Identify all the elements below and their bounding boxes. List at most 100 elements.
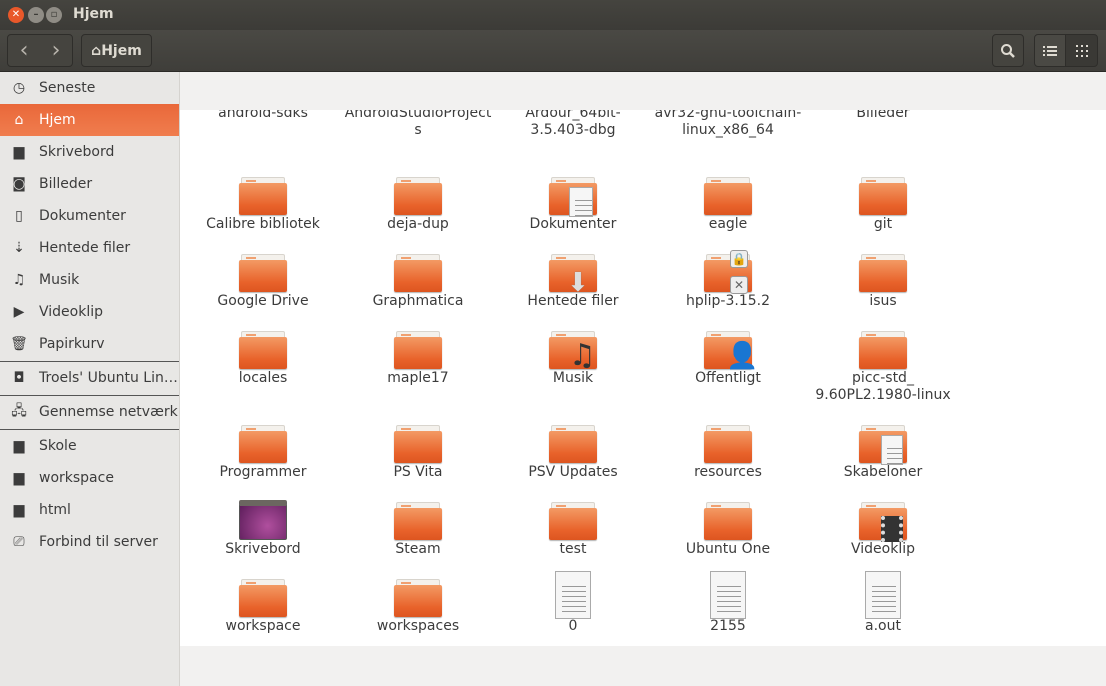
back-button[interactable]: ‹ [20,38,29,63]
sidebar-item-troels-ubuntu-lin-[interactable]: ◘ Troels' Ubuntu Lin… [0,362,179,394]
maximize-button[interactable]: ▫ [46,7,62,23]
folder-icon [394,500,442,546]
sidebar-item-forbind-til-server[interactable]: ⎚ Forbind til server [0,526,179,558]
grid-view-button[interactable] [1065,34,1098,67]
text-file-icon [704,571,752,623]
folder-icon [549,423,597,469]
search-button[interactable] [992,34,1024,67]
file-item[interactable]: maple17 [343,329,493,387]
sidebar-item-label: Seneste [39,80,96,96]
sidebar: ◷ Seneste ⌂ Hjem ▆ Skrivebord ◙ Billeder ▯ Dokume… [0,72,180,686]
file-item[interactable]: 2155 [653,571,803,635]
sidebar-item-label: Hjem [39,112,76,128]
folder-icon [394,252,442,298]
no-write-icon: ✕ [730,276,748,294]
file-item[interactable]: Calibre bibliotek [188,175,338,233]
sidebar-separator [0,395,179,396]
sidebar-item-hjem[interactable]: ⌂ Hjem [0,104,179,136]
film-strip-icon [881,516,903,542]
title-bar: ✕ – ▫ Hjem [0,0,1106,30]
file-item[interactable]: 0 [498,571,648,635]
drive-icon: ◘ [13,370,25,386]
sidebar-item-hentede-filer[interactable]: ⇣ Hentede filer [0,232,179,264]
file-item[interactable]: Videoklip [808,500,958,558]
file-grid: android-sdks AndroidStudioProjects Ardour_… [180,72,1106,646]
sidebar-item-skrivebord[interactable]: ▆ Skrivebord [0,136,179,168]
folder-locked-icon: 🔒 ✕ [704,250,752,298]
list-view-button[interactable] [1034,34,1066,67]
file-item[interactable]: git [808,175,958,233]
sidebar-item-label: Gennemse netværk [39,404,178,420]
sidebar-item-billeder[interactable]: ◙ Billeder [0,168,179,200]
folder-icon: ▆ [13,144,25,160]
list-icon [1043,45,1057,56]
music-note-icon: ♫ [569,338,596,373]
folder-icon [859,329,907,375]
file-name: avr32-gnu-toolchain-linux_x86_64 [654,105,802,138]
file-item[interactable]: test [498,500,648,558]
path-button-home[interactable]: ⌂ Hjem [81,34,152,67]
file-item[interactable]: isus [808,252,958,310]
folder-icon [704,423,752,469]
file-item[interactable]: a.out [808,571,958,635]
folder-public-icon: 👤 [704,329,758,375]
file-item[interactable]: Steam [343,500,493,558]
template-overlay-icon [881,435,903,465]
sidebar-item-seneste[interactable]: ◷ Seneste [0,72,179,104]
file-item[interactable]: deja-dup [343,175,493,233]
minimize-button[interactable]: – [28,7,44,23]
file-item[interactable]: resources [653,423,803,481]
file-item[interactable]: PS Vita [343,423,493,481]
file-item[interactable]: ♫ Musik [498,329,648,387]
folder-download-icon: ⬇ [549,252,597,298]
file-item[interactable]: locales [188,329,338,387]
file-item[interactable]: picc-std_ 9.60PL2.1980-linux [808,329,958,404]
video-icon: ▶ [13,304,25,320]
sidebar-item-html[interactable]: ▆ html [0,494,179,526]
forward-button[interactable]: › [52,38,61,63]
file-item[interactable]: Skrivebord [188,500,338,558]
document-icon: ▯ [15,208,23,224]
sidebar-item-videoklip[interactable]: ▶ Videoklip [0,296,179,328]
sidebar-item-label: workspace [39,470,114,486]
sidebar-item-label: Skole [39,438,77,454]
folder-icon: ▆ [13,438,25,454]
home-icon: ⌂ [91,42,102,59]
music-icon: ♫ [12,272,26,288]
folder-music-icon: ♫ [549,329,597,375]
file-item[interactable]: Graphmatica [343,252,493,310]
file-item[interactable]: Ubuntu One [653,500,803,558]
content-header-band [180,72,1106,110]
file-name: AndroidStudioProjects [344,105,492,138]
file-item[interactable]: workspace [188,577,338,635]
folder-icon [239,577,287,623]
close-button[interactable]: ✕ [8,7,24,23]
sidebar-item-musik[interactable]: ♫ Musik [0,264,179,296]
trash-icon: 🗑 [10,336,28,352]
sidebar-item-papirkurv[interactable]: 🗑 Papirkurv [0,328,179,360]
file-item[interactable]: Programmer [188,423,338,481]
sidebar-item-label: Skrivebord [39,144,115,160]
file-item[interactable]: 👤 Offentligt [653,329,803,387]
folder-icon [859,252,907,298]
sidebar-item-workspace[interactable]: ▆ workspace [0,462,179,494]
file-item[interactable]: Skabeloner [808,423,958,481]
file-item[interactable]: PSV Updates [498,423,648,481]
file-item[interactable]: Dokumenter [498,175,648,233]
sidebar-separator [0,361,179,362]
file-item[interactable]: workspaces [343,577,493,635]
sidebar-item-label: Troels' Ubuntu Lin… [39,370,178,386]
folder-icon [704,175,752,221]
file-item[interactable]: ⬇ Hentede filer [498,252,648,310]
window-title: Hjem [73,6,114,22]
sidebar-item-skole[interactable]: ▆ Skole [0,430,179,462]
network-icon: 🖧 [11,403,27,419]
sidebar-item-gennemse-netværk[interactable]: 🖧 Gennemse netværk [0,396,179,428]
sidebar-item-dokumenter[interactable]: ▯ Dokumenter [0,200,179,232]
clock-icon: ◷ [12,80,26,96]
file-item[interactable]: 🔒 ✕ hplip-3.15.2 [653,250,803,310]
file-item[interactable]: eagle [653,175,803,233]
file-item[interactable]: Google Drive [188,252,338,310]
download-arrow-icon: ⬇ [567,268,589,298]
folder-icon [704,500,752,546]
